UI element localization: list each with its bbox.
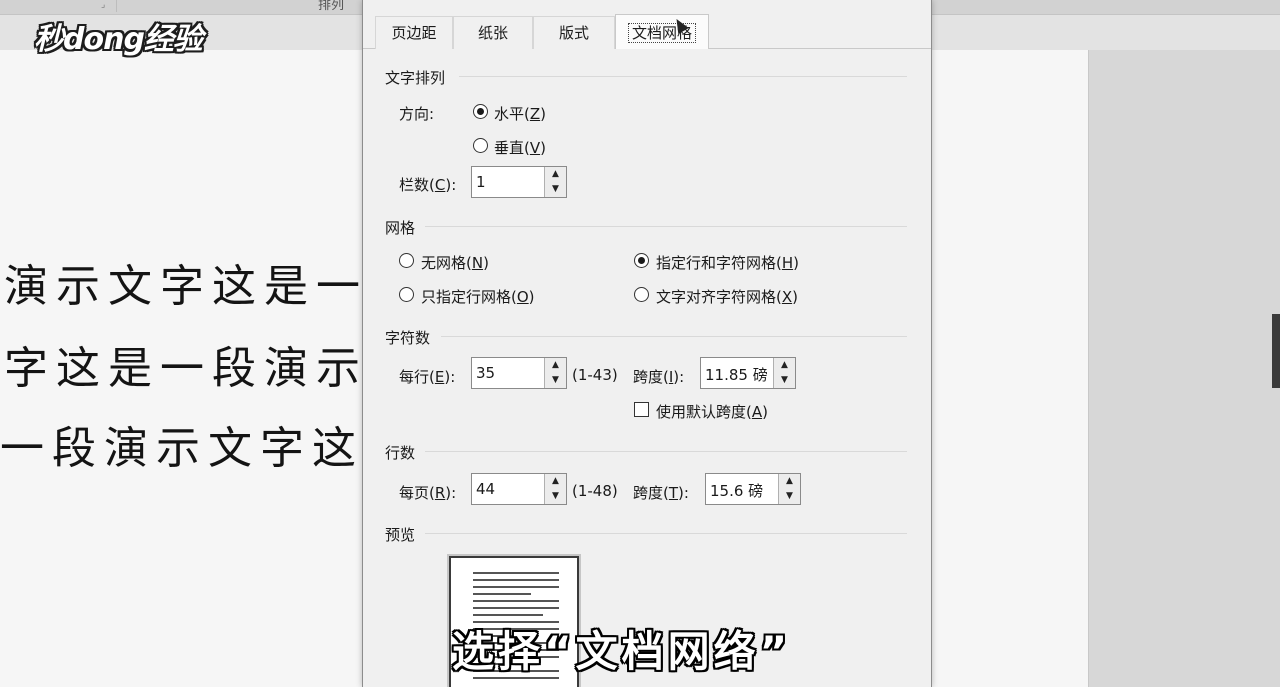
radio-snap-to-char-grid[interactable]	[634, 287, 649, 302]
spin-up-icon[interactable]: ▲	[545, 358, 566, 374]
document-text-line: 一段演示文字这	[0, 423, 364, 474]
preview-line	[473, 600, 559, 602]
lines-per-page-spinner[interactable]: 44 ▲ ▼	[471, 473, 567, 505]
tab-layout[interactable]: 版式	[533, 16, 615, 49]
section-title-characters: 字符数	[385, 329, 431, 347]
line-pitch-value[interactable]: 15.6 磅	[710, 480, 763, 501]
section-divider	[425, 226, 907, 227]
columns-spinner[interactable]: 1 ▲ ▼	[471, 166, 567, 198]
line-pitch-spinner[interactable]: 15.6 磅 ▲ ▼	[705, 473, 801, 505]
chars-per-line-value[interactable]: 35	[476, 364, 495, 382]
document-text-line: 字这是一段演示	[4, 343, 368, 394]
spin-down-icon[interactable]: ▼	[545, 182, 566, 197]
char-pitch-spinner[interactable]: 11.85 磅 ▲ ▼	[700, 357, 796, 389]
preview-line	[473, 579, 559, 581]
columns-label: 栏数(C):	[399, 176, 457, 194]
char-pitch-label: 跨度(I):	[633, 368, 685, 386]
tab-paper[interactable]: 纸张	[453, 16, 533, 49]
spin-up-icon[interactable]: ▲	[774, 358, 795, 374]
lines-per-page-range: (1-48)	[572, 482, 618, 500]
section-divider	[441, 336, 907, 337]
default-pitch-label[interactable]: 使用默认跨度(A)	[656, 401, 768, 422]
watermark-logo: 秒dong经验	[34, 22, 203, 57]
spin-up-icon[interactable]: ▲	[545, 167, 566, 183]
lines-per-page-value[interactable]: 44	[476, 480, 495, 498]
tab-document-grid[interactable]: 文档网格	[615, 14, 709, 49]
page-setup-dialog: 页边距 纸张 版式 文档网格 文字排列 方向: 水平(Z) 垂直(V) 栏数(C…	[362, 0, 932, 687]
document-text-line: 演示文字这是一	[4, 261, 368, 312]
section-title-preview: 预览	[385, 526, 416, 544]
video-subtitle: 选择“文档网络”	[452, 627, 792, 676]
section-title-grid: 网格	[385, 219, 416, 237]
lines-per-page-label: 每页(R):	[399, 484, 457, 502]
radio-vertical-label[interactable]: 垂直(V)	[494, 137, 546, 158]
spin-up-icon[interactable]: ▲	[545, 474, 566, 490]
spin-up-icon[interactable]: ▲	[779, 474, 800, 490]
line-pitch-label: 跨度(T):	[633, 484, 689, 502]
preview-line	[473, 586, 559, 588]
radio-line-grid-only-label[interactable]: 只指定行网格(O)	[421, 286, 535, 307]
spin-down-icon[interactable]: ▼	[774, 373, 795, 388]
radio-horizontal-label[interactable]: 水平(Z)	[494, 103, 546, 124]
radio-no-grid[interactable]	[399, 253, 414, 268]
columns-value[interactable]: 1	[476, 173, 486, 191]
dialog-tab-bar: 页边距 纸张 版式 文档网格	[363, 14, 931, 49]
preview-line	[473, 572, 559, 574]
chars-per-line-label: 每行(E):	[399, 368, 456, 386]
section-title-text-direction: 文字排列	[385, 69, 446, 87]
tab-margins[interactable]: 页边距	[375, 16, 453, 49]
section-divider	[459, 76, 907, 77]
preview-line	[473, 593, 531, 595]
char-pitch-value[interactable]: 11.85 磅	[705, 364, 768, 385]
direction-label: 方向:	[399, 105, 435, 123]
radio-line-and-char-grid-label[interactable]: 指定行和字符网格(H)	[656, 252, 799, 273]
radio-vertical[interactable]	[473, 138, 488, 153]
chars-per-line-spinner[interactable]: 35 ▲ ▼	[471, 357, 567, 389]
chars-per-line-range: (1-43)	[572, 366, 618, 384]
ribbon-separator	[116, 0, 117, 12]
preview-line	[473, 614, 543, 616]
default-pitch-checkbox[interactable]	[634, 402, 649, 417]
preview-line	[473, 607, 559, 609]
radio-horizontal[interactable]	[473, 104, 488, 119]
radio-line-and-char-grid[interactable]	[634, 253, 649, 268]
radio-snap-to-char-grid-label[interactable]: 文字对齐字符网格(X)	[656, 286, 798, 307]
scrollbar-thumb[interactable]	[1272, 314, 1280, 388]
radio-line-grid-only[interactable]	[399, 287, 414, 302]
radio-no-grid-label[interactable]: 无网格(N)	[421, 252, 489, 273]
section-divider	[425, 533, 907, 534]
spin-down-icon[interactable]: ▼	[545, 373, 566, 388]
section-title-lines: 行数	[385, 444, 416, 462]
ribbon-group-label: 排列	[318, 0, 345, 13]
section-divider	[425, 451, 907, 452]
spin-down-icon[interactable]: ▼	[545, 489, 566, 504]
spin-down-icon[interactable]: ▼	[779, 489, 800, 504]
dialog-launcher-icon[interactable]: ⌟	[101, 0, 105, 10]
